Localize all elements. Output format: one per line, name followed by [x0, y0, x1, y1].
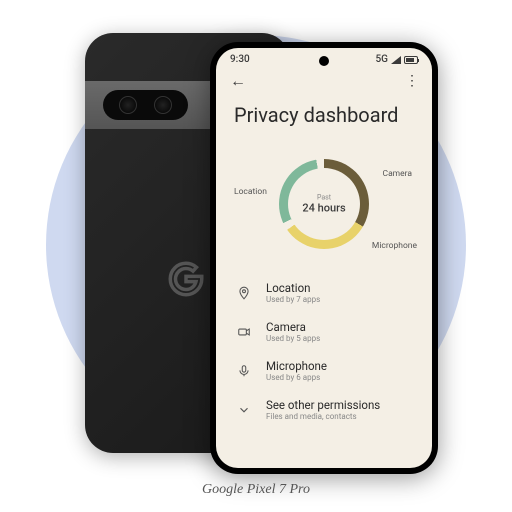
list-item-see-other[interactable]: See other permissions Files and media, c…: [216, 390, 432, 429]
list-item-location[interactable]: Location Used by 7 apps: [216, 273, 432, 312]
list-item-microphone[interactable]: Microphone Used by 6 apps: [216, 351, 432, 390]
status-time: 9:30: [230, 54, 250, 65]
list-item-label: Camera: [266, 320, 320, 334]
app-header: ← ⋮: [216, 67, 432, 95]
list-item-label: Microphone: [266, 359, 327, 373]
list-item-sub: Used by 7 apps: [266, 295, 320, 304]
permissions-list: Location Used by 7 apps Camera Used by 5…: [216, 269, 432, 433]
arrow-back-icon[interactable]: ←: [230, 71, 246, 91]
page-title: Privacy dashboard: [216, 95, 432, 139]
list-item-label: See other permissions: [266, 398, 380, 412]
chart-label-location: Location: [234, 187, 267, 197]
list-item-sub: Files and media, contacts: [266, 412, 380, 421]
list-item-sub: Used by 6 apps: [266, 373, 327, 382]
network-label: 5G: [376, 54, 389, 65]
list-item-camera[interactable]: Camera Used by 5 apps: [216, 312, 432, 351]
more-vert-icon[interactable]: ⋮: [405, 73, 418, 89]
chevron-down-icon: [236, 403, 252, 417]
chart-label-camera: Camera: [383, 169, 412, 179]
camera-lens-icon: [119, 96, 137, 114]
battery-icon: [404, 56, 418, 64]
google-logo-icon: [165, 258, 207, 300]
camera-lens-icon: [154, 96, 172, 114]
location-pin-icon: [236, 286, 252, 300]
list-item-label: Location: [266, 281, 320, 295]
chart-center-big: 24 hours: [302, 202, 345, 215]
image-caption: Google Pixel 7 Pro: [0, 482, 512, 498]
camera-icon: [236, 325, 252, 339]
camera-module: [103, 90, 188, 120]
chart-center-label: Past 24 hours: [302, 194, 345, 215]
chart-label-microphone: Microphone: [372, 241, 417, 251]
microphone-icon: [236, 364, 252, 378]
chart-center-small: Past: [302, 194, 345, 202]
signal-icon: [391, 56, 401, 64]
front-camera-notch: [319, 56, 329, 66]
usage-chart: Location Camera Microphone Past 24 hours: [216, 139, 432, 269]
list-item-sub: Used by 5 apps: [266, 334, 320, 343]
phone-front-view: 9:30 5G ← ⋮ Privacy dashboard Location C…: [210, 42, 438, 474]
phone-screen: 9:30 5G ← ⋮ Privacy dashboard Location C…: [216, 48, 432, 468]
